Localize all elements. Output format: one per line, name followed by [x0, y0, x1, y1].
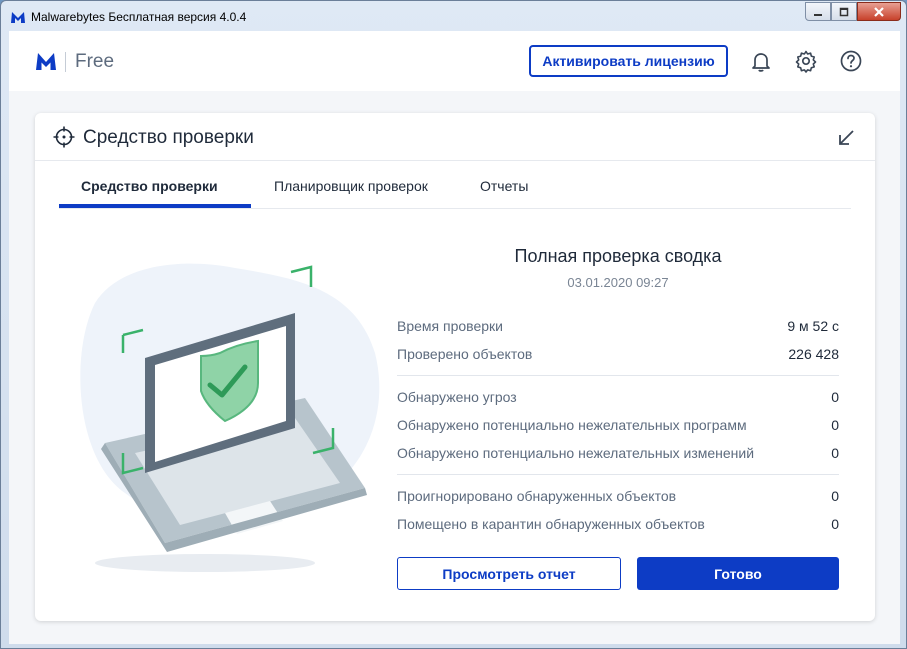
stat-quarantined: Помещено в карантин обнаруженных объекто…	[397, 516, 839, 536]
stat-ignored: Проигнорировано обнаруженных объектов 0	[397, 488, 839, 508]
malwarebytes-logo-icon	[11, 12, 25, 23]
stat-value: 0	[831, 389, 839, 405]
scanner-card: Средство проверки Средство проверки План…	[35, 113, 875, 621]
stat-value: 226 428	[788, 346, 839, 362]
app-window: Malwarebytes Бесплатная версия 4.0.4 Fre…	[0, 0, 907, 649]
stat-value: 0	[831, 417, 839, 433]
stat-label: Проигнорировано обнаруженных объектов	[397, 488, 677, 504]
bell-icon[interactable]	[749, 49, 773, 73]
minimize-button[interactable]	[805, 2, 831, 21]
stat-label: Обнаружено угроз	[397, 389, 517, 405]
stat-label: Обнаружено потенциально нежелательных пр…	[397, 417, 747, 433]
help-icon[interactable]	[839, 49, 863, 73]
stat-label: Время проверки	[397, 318, 503, 334]
minimize-icon	[814, 13, 822, 16]
card-title: Средство проверки	[83, 127, 254, 148]
gear-icon[interactable]	[794, 49, 818, 73]
stat-scan-time: Время проверки 9 м 52 с	[397, 318, 839, 338]
malwarebytes-logo-icon	[36, 53, 56, 70]
stat-label: Помещено в карантин обнаруженных объекто…	[397, 516, 705, 532]
tab-scan-scheduler[interactable]: Планировщик проверок	[274, 178, 428, 194]
window-controls	[805, 2, 901, 21]
window-title: Malwarebytes Бесплатная версия 4.0.4	[31, 10, 247, 24]
card-header: Средство проверки	[35, 113, 875, 161]
brand-separator	[65, 52, 66, 72]
active-tab-indicator	[59, 204, 251, 208]
divider	[397, 474, 839, 475]
done-button[interactable]: Готово	[637, 557, 839, 590]
client-area: Free Активировать лицензию Средство пров…	[9, 31, 900, 644]
maximize-icon	[839, 7, 849, 16]
stat-value: 9 м 52 с	[787, 318, 839, 334]
stat-pups-detected: Обнаружено потенциально нежелательных пр…	[397, 417, 839, 437]
tab-bar: Средство проверки Планировщик проверок О…	[59, 168, 851, 209]
stat-pums-detected: Обнаружено потенциально нежелательных из…	[397, 445, 839, 465]
stat-threats-detected: Обнаружено угроз 0	[397, 389, 839, 409]
close-button[interactable]	[857, 2, 901, 21]
stat-objects-scanned: Проверено объектов 226 428	[397, 346, 839, 366]
edition-label: Free	[75, 51, 115, 72]
stat-label: Обнаружено потенциально нежелательных из…	[397, 445, 755, 461]
stat-value: 0	[831, 516, 839, 532]
tab-scanner[interactable]: Средство проверки	[81, 178, 218, 194]
title-bar[interactable]: Malwarebytes Бесплатная версия 4.0.4	[1, 1, 906, 33]
view-report-button[interactable]: Просмотреть отчет	[397, 557, 621, 590]
summary-date: 03.01.2020 09:27	[567, 275, 669, 290]
stat-label: Проверено объектов	[397, 346, 533, 362]
maximize-button[interactable]	[831, 2, 857, 21]
stat-value: 0	[831, 488, 839, 504]
activate-license-button[interactable]: Активировать лицензию	[529, 45, 728, 77]
stat-value: 0	[831, 445, 839, 461]
divider	[397, 375, 839, 376]
collapse-arrow-icon[interactable]	[837, 129, 855, 147]
laptop-shield-illustration	[80, 263, 380, 572]
tab-reports[interactable]: Отчеты	[480, 178, 528, 194]
close-icon	[874, 6, 884, 17]
crosshair-icon	[53, 126, 75, 148]
summary-title: Полная проверка сводка	[514, 246, 722, 266]
app-header: Free Активировать лицензию	[9, 31, 900, 91]
